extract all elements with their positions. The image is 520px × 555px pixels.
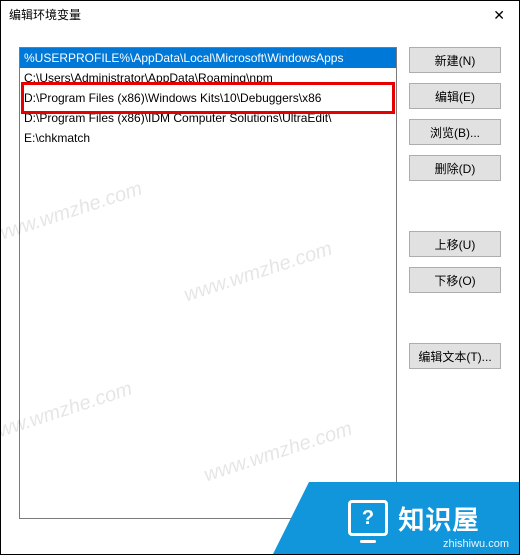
- spacer: [409, 303, 501, 333]
- path-listbox[interactable]: %USERPROFILE%\AppData\Local\Microsoft\Wi…: [19, 47, 397, 519]
- list-item[interactable]: D:\Program Files (x86)\Windows Kits\10\D…: [20, 88, 396, 108]
- button-column: 新建(N) 编辑(E) 浏览(B)... 删除(D) 上移(U) 下移(O) 编…: [409, 47, 501, 519]
- new-button[interactable]: 新建(N): [409, 47, 501, 73]
- brand-overlay: ? 知识屋 zhishiwu.com: [309, 482, 519, 554]
- brand-name: 知识屋: [398, 500, 479, 537]
- edit-text-button[interactable]: 编辑文本(T)...: [409, 343, 501, 369]
- list-item[interactable]: %USERPROFILE%\AppData\Local\Microsoft\Wi…: [20, 48, 396, 68]
- window-title: 编辑环境变量: [9, 1, 81, 29]
- brand-icon: ?: [348, 500, 388, 536]
- delete-button[interactable]: 删除(D): [409, 155, 501, 181]
- move-up-button[interactable]: 上移(U): [409, 231, 501, 257]
- close-icon[interactable]: ✕: [487, 1, 511, 29]
- brand-subtext: zhishiwu.com: [443, 538, 509, 550]
- list-item[interactable]: D:\Program Files (x86)\IDM Computer Solu…: [20, 108, 396, 128]
- list-item[interactable]: C:\Users\Administrator\AppData\Roaming\n…: [20, 68, 396, 88]
- content-area: %USERPROFILE%\AppData\Local\Microsoft\Wi…: [1, 29, 519, 529]
- titlebar: 编辑环境变量 ✕: [1, 1, 519, 29]
- move-down-button[interactable]: 下移(O): [409, 267, 501, 293]
- edit-button[interactable]: 编辑(E): [409, 83, 501, 109]
- spacer: [409, 191, 501, 221]
- brand-icon-char: ?: [362, 508, 375, 528]
- browse-button[interactable]: 浏览(B)...: [409, 119, 501, 145]
- list-item[interactable]: E:\chkmatch: [20, 128, 396, 148]
